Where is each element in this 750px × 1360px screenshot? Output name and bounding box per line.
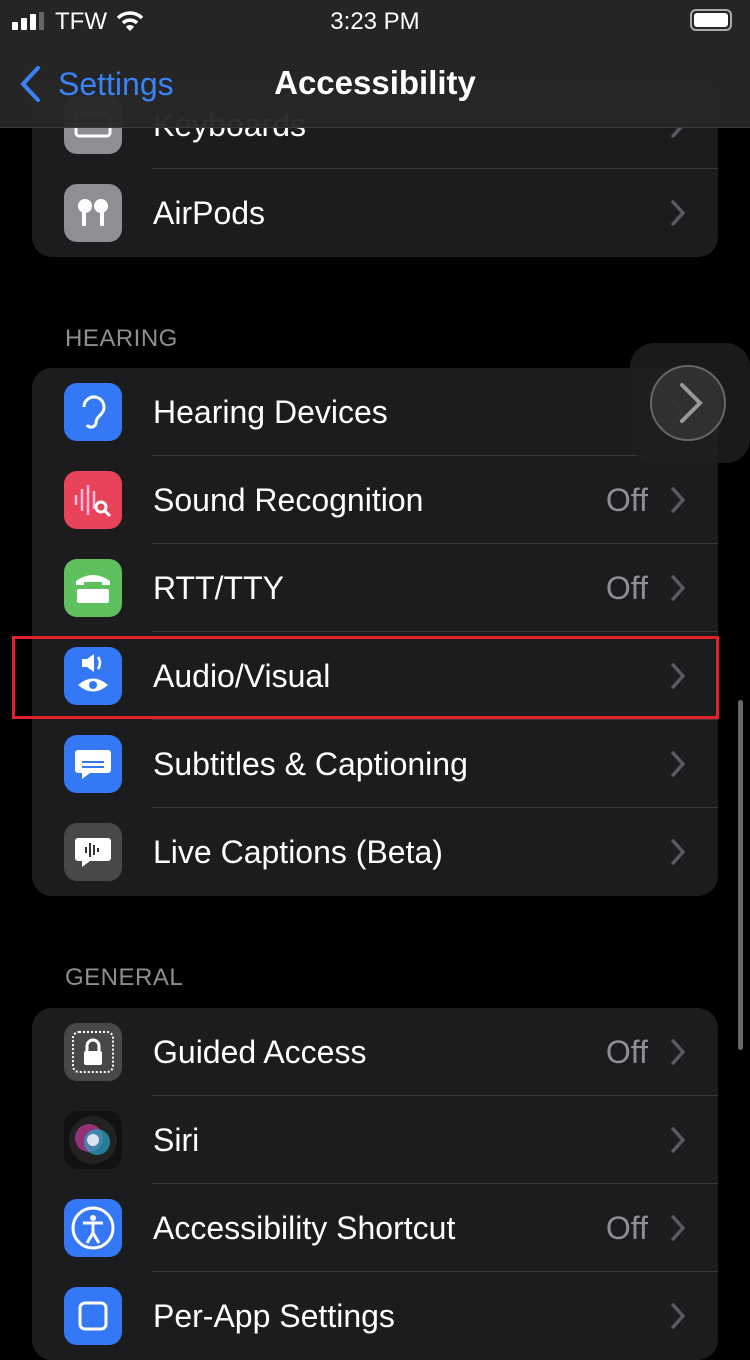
page-title: Accessibility [274, 64, 476, 101]
selection-highlight [12, 636, 719, 719]
chevron-right-icon [671, 1039, 686, 1065]
settings-row-subtitles-captioning[interactable]: Subtitles & Captioning [32, 720, 718, 808]
settings-group: Hearing Devices Sound Recognition Off RT… [32, 368, 718, 896]
live-captions-icon [64, 823, 122, 881]
status-bar: TFW 3:23 PM [0, 0, 750, 40]
row-label: Live Captions (Beta) [153, 833, 443, 870]
airpods-icon [64, 184, 122, 242]
settings-row-per-app-settings[interactable]: Per-App Settings [32, 1272, 718, 1360]
chevron-right-icon [671, 1303, 686, 1329]
section-header: GENERAL [65, 964, 184, 991]
siri-icon [64, 1111, 122, 1169]
waveform-search-icon [64, 471, 122, 529]
row-value: Off [605, 1033, 648, 1070]
row-label: Guided Access [153, 1033, 367, 1070]
row-label: Hearing Devices [153, 393, 388, 430]
lock-icon [64, 1023, 122, 1081]
chevron-right-icon [671, 839, 686, 865]
clock: 3:23 PM [330, 8, 420, 35]
row-value: Off [605, 569, 648, 606]
row-label: Per-App Settings [153, 1297, 395, 1334]
row-value: Off [605, 481, 648, 518]
chevron-right-icon [671, 751, 686, 777]
settings-group: Guided Access Off Siri Accessibility Sho… [32, 1008, 718, 1360]
per-app-icon [64, 1287, 122, 1345]
row-label: Sound Recognition [153, 481, 424, 518]
assistive-touch-button[interactable] [630, 343, 750, 463]
tty-icon [64, 559, 122, 617]
chevron-right-icon [671, 575, 686, 601]
row-value: Off [605, 1209, 648, 1246]
row-label: Siri [153, 1121, 200, 1158]
settings-row-accessibility-shortcut[interactable]: Accessibility Shortcut Off [32, 1184, 718, 1272]
settings-row-sound-recognition[interactable]: Sound Recognition Off [32, 456, 718, 544]
settings-row-airpods[interactable]: AirPods [32, 169, 718, 257]
navigation-bar: TFW 3:23 PM Settings Accessibility [0, 0, 750, 128]
chevron-right-icon [671, 1127, 686, 1153]
settings-row-rtt-tty[interactable]: RTT/TTY Off [32, 544, 718, 632]
ear-icon [64, 383, 122, 441]
scrollbar[interactable] [738, 700, 743, 1050]
settings-row-live-captions-beta-[interactable]: Live Captions (Beta) [32, 808, 718, 896]
battery-icon [690, 9, 732, 31]
chevron-right-icon [650, 365, 726, 441]
section-header: HEARING [65, 325, 178, 352]
row-label: RTT/TTY [153, 569, 284, 606]
accessibility-icon [64, 1199, 122, 1257]
chevron-right-icon [671, 1215, 686, 1241]
chevron-right-icon [671, 487, 686, 513]
settings-row-hearing-devices[interactable]: Hearing Devices [32, 368, 718, 456]
settings-row-siri[interactable]: Siri [32, 1096, 718, 1184]
chevron-right-icon [671, 200, 686, 226]
settings-row-guided-access[interactable]: Guided Access Off [32, 1008, 718, 1096]
caption-bubble-icon [64, 735, 122, 793]
row-label: AirPods [153, 194, 266, 231]
row-label: Subtitles & Captioning [153, 745, 468, 782]
row-label: Accessibility Shortcut [153, 1209, 456, 1246]
